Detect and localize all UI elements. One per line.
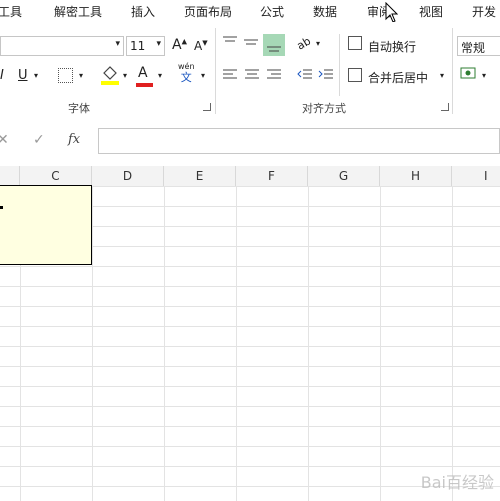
orientation-icon[interactable]: ab xyxy=(295,34,313,52)
tab-tools[interactable]: 工具 xyxy=(0,3,22,20)
column-header-row: C D E F G H I xyxy=(0,166,500,187)
decrease-font-size-button[interactable]: A▼ xyxy=(194,39,208,53)
ribbon-tabs: 工具 解密工具 插入 页面布局 公式 数据 审阅 视图 开发 xyxy=(0,0,500,23)
decrease-indent-icon[interactable] xyxy=(297,68,313,82)
increase-indent-icon[interactable] xyxy=(318,68,334,82)
increase-font-size-button[interactable]: A▲ xyxy=(172,37,187,53)
align-left-icon[interactable] xyxy=(222,68,238,82)
chevron-down-icon[interactable]: ▾ xyxy=(201,71,205,80)
borders-icon[interactable] xyxy=(58,68,73,83)
column-header-c[interactable]: C xyxy=(20,166,92,186)
italic-button[interactable]: I xyxy=(0,68,4,83)
column-header-b-partial[interactable] xyxy=(0,166,20,186)
column-header-i[interactable]: I xyxy=(452,166,500,186)
insert-function-icon[interactable]: fx xyxy=(68,132,80,147)
align-bottom-icon xyxy=(267,46,281,52)
watermark: Bai百经验 xyxy=(420,473,494,492)
enter-icon[interactable]: ✓ xyxy=(33,132,45,148)
chevron-down-icon[interactable]: ▾ xyxy=(316,39,320,48)
font-color-swatch xyxy=(136,83,153,87)
tab-developer[interactable]: 开发 xyxy=(472,3,496,20)
mouse-cursor-icon xyxy=(385,2,398,23)
align-right-icon[interactable] xyxy=(266,68,282,82)
font-size-select[interactable]: 11 ▾ xyxy=(126,36,165,56)
chevron-down-icon[interactable]: ▾ xyxy=(440,71,444,80)
chevron-down-icon[interactable]: ▾ xyxy=(158,71,162,80)
comment-handle[interactable] xyxy=(0,206,3,209)
group-divider xyxy=(339,34,340,96)
column-header-g[interactable]: G xyxy=(308,166,380,186)
underline-button[interactable]: U xyxy=(18,68,28,83)
tab-view[interactable]: 视图 xyxy=(419,3,443,20)
accounting-format-icon[interactable] xyxy=(460,67,478,83)
wrap-text-button[interactable]: 自动换行 xyxy=(368,38,416,55)
tab-data[interactable]: 数据 xyxy=(313,3,337,20)
column-header-h[interactable]: H xyxy=(380,166,452,186)
tab-insert[interactable]: 插入 xyxy=(131,3,155,20)
phonetic-guide-button[interactable]: wén 文 xyxy=(178,62,195,85)
phonetic-char: 文 xyxy=(180,71,192,84)
group-divider xyxy=(452,28,453,114)
increase-font-label: A xyxy=(172,37,182,53)
font-color-button[interactable]: A xyxy=(138,65,148,81)
wrap-text-icon xyxy=(348,36,362,50)
column-header-f[interactable]: F xyxy=(236,166,308,186)
tab-formulas[interactable]: 公式 xyxy=(260,3,284,20)
column-header-d[interactable]: D xyxy=(92,166,164,186)
tab-decrypt-tools[interactable]: 解密工具 xyxy=(54,3,102,20)
chevron-down-icon[interactable]: ▾ xyxy=(34,71,38,80)
align-middle-icon[interactable] xyxy=(243,34,259,50)
decrease-font-label: A xyxy=(194,39,203,53)
group-divider xyxy=(215,28,216,114)
comment-box[interactable] xyxy=(0,185,92,265)
cancel-icon[interactable]: ✕ xyxy=(0,132,9,148)
ribbon: ▾ 11 ▾ A▲ A▼ I U ▾ ▾ ▾ A ▾ wén 文 ▾ 字体 ab… xyxy=(0,22,500,119)
alignment-group-label: 对齐方式 xyxy=(302,102,346,115)
font-group-label: 字体 xyxy=(68,102,90,115)
chevron-down-icon[interactable]: ▾ xyxy=(79,71,83,80)
chevron-down-icon[interactable]: ▾ xyxy=(482,71,486,80)
font-name-select[interactable]: ▾ xyxy=(0,36,124,56)
chevron-down-icon: ▾ xyxy=(156,39,161,49)
number-format-value: 常规 xyxy=(461,41,486,55)
merge-center-icon xyxy=(348,68,362,82)
align-center-icon[interactable] xyxy=(244,68,260,82)
align-bottom-button[interactable] xyxy=(263,34,285,56)
fill-color-icon[interactable] xyxy=(100,64,120,86)
column-header-e[interactable]: E xyxy=(164,166,236,186)
tab-page-layout[interactable]: 页面布局 xyxy=(184,3,232,20)
chevron-down-icon[interactable]: ▾ xyxy=(123,71,127,80)
font-size-value: 11 xyxy=(130,39,146,53)
merge-center-button[interactable]: 合并后居中 xyxy=(368,69,428,86)
number-format-select[interactable]: 常规 xyxy=(457,36,500,56)
alignment-dialog-launcher-icon[interactable] xyxy=(441,103,449,111)
align-top-icon[interactable] xyxy=(222,34,238,50)
font-dialog-launcher-icon[interactable] xyxy=(203,103,211,111)
formula-input[interactable] xyxy=(98,128,500,154)
chevron-down-icon: ▾ xyxy=(115,39,120,49)
formula-bar: ✕ ✓ fx xyxy=(0,118,500,166)
